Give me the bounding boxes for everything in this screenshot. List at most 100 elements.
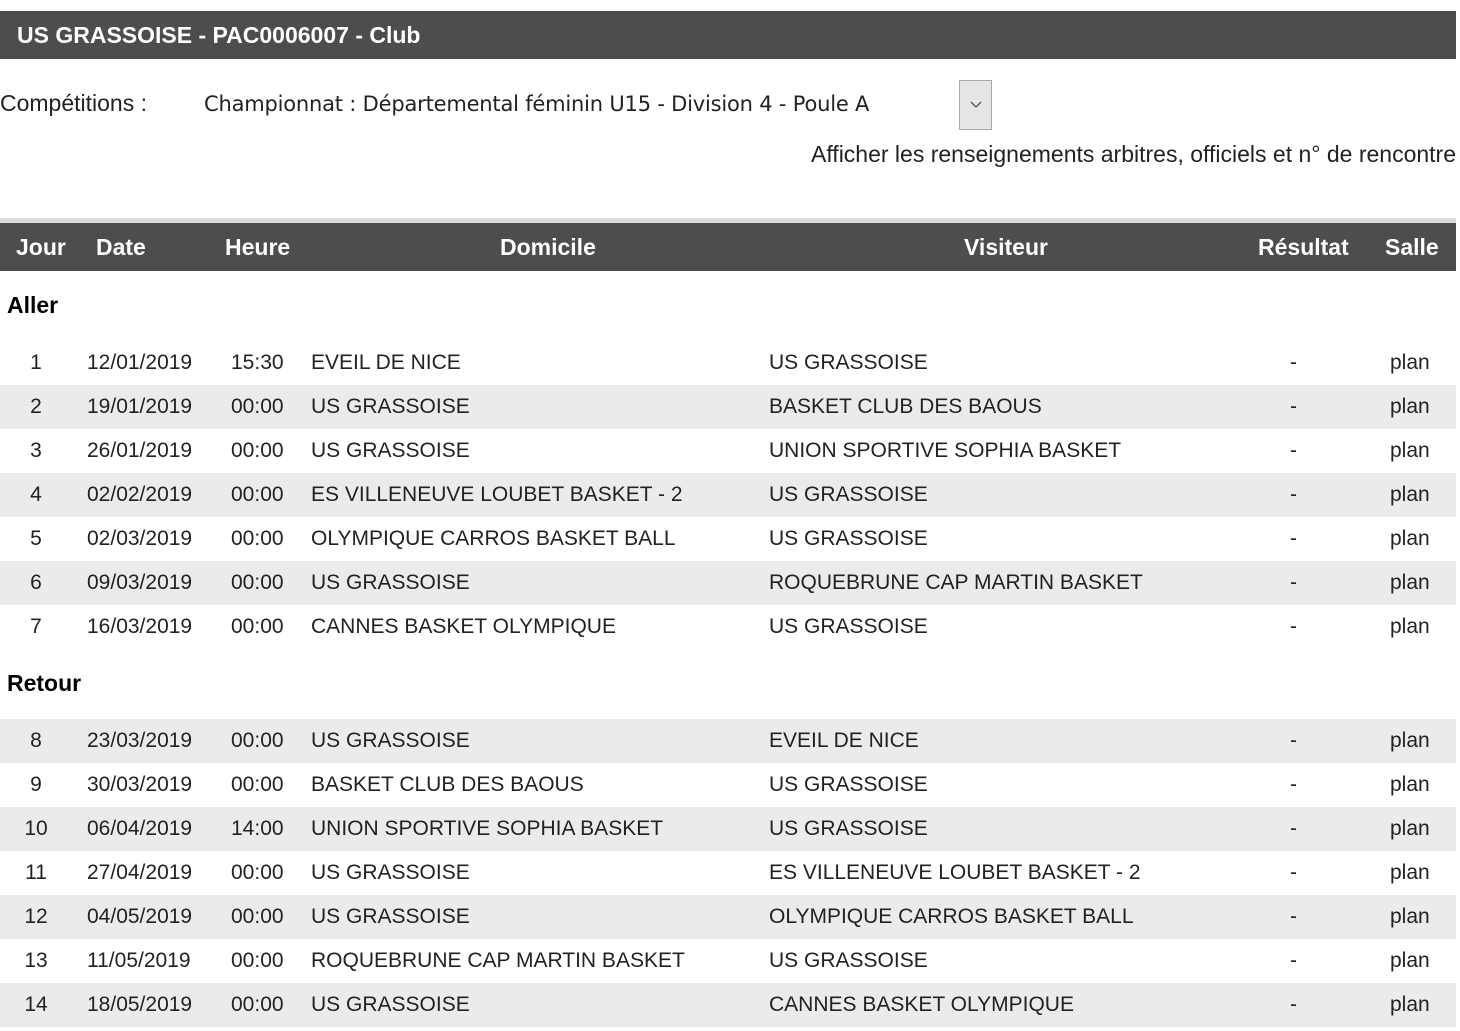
table-row: 8 23/03/2019 00:00 US GRASSOISE EVEIL DE…	[0, 719, 1456, 763]
cell-resultat: -	[1290, 905, 1297, 928]
cell-date: 11/05/2019	[87, 949, 191, 972]
cell-jour: 11	[25, 861, 47, 884]
cell-resultat: -	[1290, 949, 1297, 972]
cell-heure: 00:00	[231, 773, 284, 796]
cell-domicile: US GRASSOISE	[311, 993, 470, 1016]
cell-domicile: US GRASSOISE	[311, 861, 470, 884]
cell-date: 12/01/2019	[87, 351, 193, 374]
table-header: Jour Date Heure Domicile Visiteur Résult…	[0, 223, 1456, 271]
cell-heure: 00:00	[231, 993, 284, 1016]
cell-visiteur: US GRASSOISE	[769, 351, 928, 374]
plan-link[interactable]: plan	[1390, 861, 1430, 885]
header-jour: Jour	[16, 234, 66, 260]
plan-link[interactable]: plan	[1390, 527, 1430, 551]
cell-jour: 2	[30, 395, 42, 418]
cell-date: 04/05/2019	[87, 905, 193, 928]
competition-select[interactable]: Championnat : Départemental féminin U15 …	[196, 80, 992, 131]
table-row: 9 30/03/2019 00:00 BASKET CLUB DES BAOUS…	[0, 763, 1456, 807]
plan-link[interactable]: plan	[1390, 773, 1430, 797]
table-row: 14 18/05/2019 00:00 US GRASSOISE CANNES …	[0, 983, 1456, 1027]
cell-resultat: -	[1290, 439, 1297, 462]
cell-visiteur: UNION SPORTIVE SOPHIA BASKET	[769, 439, 1122, 462]
cell-date: 27/04/2019	[87, 861, 193, 884]
cell-visiteur: ROQUEBRUNE CAP MARTIN BASKET	[769, 571, 1143, 594]
cell-visiteur: US GRASSOISE	[769, 949, 928, 972]
plan-link[interactable]: plan	[1390, 439, 1430, 463]
plan-link[interactable]: plan	[1390, 395, 1430, 419]
cell-date: 02/02/2019	[87, 483, 193, 506]
table-row: 1 12/01/2019 15:30 EVEIL DE NICE US GRAS…	[0, 341, 1456, 385]
cell-visiteur: CANNES BASKET OLYMPIQUE	[769, 993, 1074, 1016]
plan-link[interactable]: plan	[1390, 817, 1430, 841]
cell-jour: 10	[24, 817, 48, 840]
cell-jour: 6	[30, 571, 42, 594]
cell-domicile: US GRASSOISE	[311, 571, 470, 594]
cell-jour: 8	[30, 729, 42, 752]
cell-resultat: -	[1290, 773, 1297, 796]
plan-link[interactable]: plan	[1390, 351, 1430, 375]
cell-domicile: US GRASSOISE	[311, 395, 470, 418]
cell-heure: 00:00	[231, 615, 284, 638]
cell-jour: 5	[30, 527, 42, 550]
cell-visiteur: US GRASSOISE	[769, 615, 928, 638]
cell-heure: 00:00	[231, 395, 284, 418]
competitions-label: Compétitions :	[0, 90, 148, 116]
table-row: 4 02/02/2019 00:00 ES VILLENEUVE LOUBET …	[0, 473, 1456, 517]
cell-domicile: ROQUEBRUNE CAP MARTIN BASKET	[311, 949, 685, 972]
cell-resultat: -	[1290, 817, 1297, 840]
section-title-retour: Retour	[7, 670, 82, 696]
table-row: 2 19/01/2019 00:00 US GRASSOISE BASKET C…	[0, 385, 1456, 429]
plan-link[interactable]: plan	[1390, 571, 1430, 595]
cell-heure: 00:00	[231, 905, 284, 928]
competition-select-value: Championnat : Départemental féminin U15 …	[204, 92, 870, 116]
cell-heure: 14:00	[231, 817, 284, 840]
header-domicile: Domicile	[500, 234, 596, 260]
toggle-details-link[interactable]: Afficher les renseignements arbitres, of…	[811, 141, 1456, 168]
cell-resultat: -	[1290, 351, 1297, 374]
table-row: 6 09/03/2019 00:00 US GRASSOISE ROQUEBRU…	[0, 561, 1456, 605]
cell-heure: 00:00	[231, 527, 284, 550]
cell-visiteur: US GRASSOISE	[769, 483, 928, 506]
cell-visiteur: US GRASSOISE	[769, 817, 928, 840]
cell-domicile: US GRASSOISE	[311, 439, 470, 462]
cell-resultat: -	[1290, 615, 1297, 638]
table-row: 11 27/04/2019 00:00 US GRASSOISE ES VILL…	[0, 851, 1456, 895]
cell-date: 06/04/2019	[87, 817, 193, 840]
plan-link[interactable]: plan	[1390, 483, 1430, 507]
cell-jour: 4	[30, 483, 42, 506]
cell-resultat: -	[1290, 861, 1297, 884]
plan-link[interactable]: plan	[1390, 615, 1430, 639]
cell-visiteur: US GRASSOISE	[769, 773, 928, 796]
header-salle: Salle	[1385, 234, 1439, 260]
cell-heure: 00:00	[231, 439, 284, 462]
plan-link[interactable]: plan	[1390, 949, 1430, 973]
cell-jour: 9	[30, 773, 42, 796]
cell-visiteur: BASKET CLUB DES BAOUS	[769, 395, 1042, 418]
plan-link[interactable]: plan	[1390, 729, 1430, 753]
cell-heure: 00:00	[231, 571, 284, 594]
cell-domicile: BASKET CLUB DES BAOUS	[311, 773, 584, 796]
chevron-down-icon[interactable]	[959, 80, 992, 130]
table-row: 3 26/01/2019 00:00 US GRASSOISE UNION SP…	[0, 429, 1456, 473]
plan-link[interactable]: plan	[1390, 905, 1430, 929]
cell-date: 02/03/2019	[87, 527, 193, 550]
plan-link[interactable]: plan	[1390, 993, 1430, 1017]
cell-date: 09/03/2019	[87, 571, 193, 594]
cell-date: 16/03/2019	[87, 615, 193, 638]
cell-heure: 00:00	[231, 483, 284, 506]
page-title: US GRASSOISE - PAC0006007 - Club	[0, 11, 1456, 59]
cell-date: 18/05/2019	[87, 993, 193, 1016]
header-visiteur: Visiteur	[964, 234, 1048, 260]
header-heure: Heure	[225, 234, 291, 260]
cell-domicile: UNION SPORTIVE SOPHIA BASKET	[311, 817, 664, 840]
cell-jour: 3	[30, 439, 42, 462]
cell-visiteur: ES VILLENEUVE LOUBET BASKET - 2	[769, 861, 1141, 884]
section-title-aller: Aller	[7, 292, 59, 318]
cell-visiteur: OLYMPIQUE CARROS BASKET BALL	[769, 905, 1134, 928]
cell-date: 26/01/2019	[87, 439, 193, 462]
cell-date: 30/03/2019	[87, 773, 193, 796]
cell-date: 19/01/2019	[87, 395, 193, 418]
cell-jour: 7	[30, 615, 42, 638]
cell-resultat: -	[1290, 395, 1297, 418]
cell-domicile: OLYMPIQUE CARROS BASKET BALL	[311, 527, 676, 550]
